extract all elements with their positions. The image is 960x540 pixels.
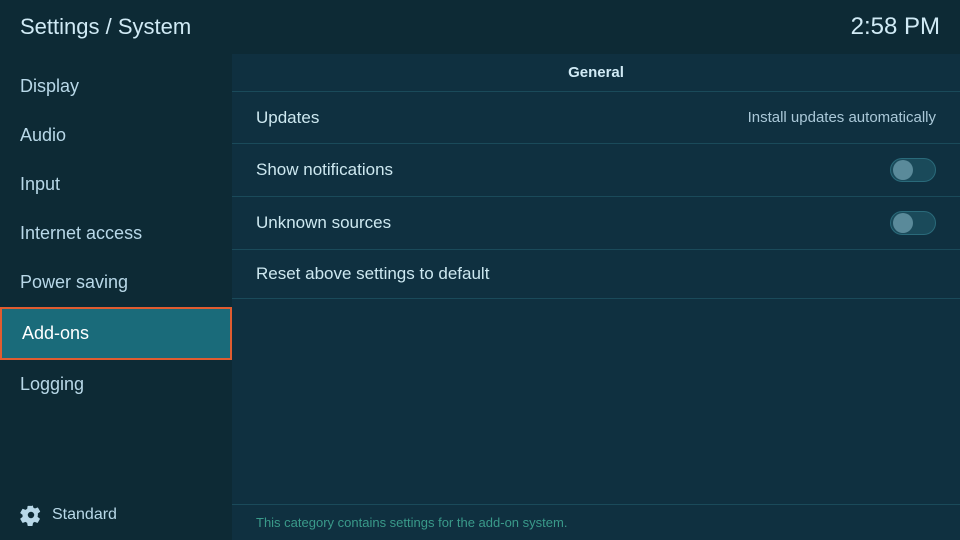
sidebar-item-add-ons[interactable]: Add-ons [0, 307, 232, 360]
setting-value-updates: Install updates automatically [748, 109, 936, 126]
sidebar-item-display[interactable]: Display [0, 62, 232, 111]
gear-icon [20, 504, 42, 526]
setting-label-unknown-sources: Unknown sources [256, 213, 391, 233]
status-bar: This category contains settings for the … [232, 504, 960, 540]
toggle-show-notifications[interactable] [890, 158, 936, 182]
sidebar: DisplayAudioInputInternet accessPower sa… [0, 54, 232, 540]
sidebar-nav: DisplayAudioInputInternet accessPower sa… [0, 62, 232, 409]
toggle-unknown-sources[interactable] [890, 211, 936, 235]
sidebar-item-input[interactable]: Input [0, 160, 232, 209]
setting-row-show-notifications: Show notifications [232, 144, 960, 197]
header: Settings / System 2:58 PM [0, 0, 960, 54]
level-label: Standard [52, 506, 117, 524]
sidebar-item-internet-access[interactable]: Internet access [0, 209, 232, 258]
sidebar-item-power-saving[interactable]: Power saving [0, 258, 232, 307]
setting-row-reset-settings: Reset above settings to default [232, 250, 960, 299]
settings-list: Updates Install updates automatically Show… [232, 92, 960, 299]
page-title: Settings / System [20, 14, 191, 40]
setting-row-updates: Updates Install updates automatically [232, 92, 960, 144]
sidebar-bottom: Standard [0, 490, 232, 540]
main-layout: DisplayAudioInputInternet accessPower sa… [0, 54, 960, 540]
setting-label-show-notifications: Show notifications [256, 160, 393, 180]
sidebar-item-logging[interactable]: Logging [0, 360, 232, 409]
section-header: General [232, 54, 960, 92]
setting-row-unknown-sources: Unknown sources [232, 197, 960, 250]
setting-label-updates: Updates [256, 108, 319, 128]
clock: 2:58 PM [851, 13, 940, 41]
setting-label-reset-settings[interactable]: Reset above settings to default [256, 264, 489, 283]
toggle-knob-show-notifications [893, 160, 913, 180]
content-inner: General Updates Install updates automatic… [232, 54, 960, 504]
toggle-knob-unknown-sources [893, 213, 913, 233]
content-panel: General Updates Install updates automatic… [232, 54, 960, 540]
sidebar-item-audio[interactable]: Audio [0, 111, 232, 160]
